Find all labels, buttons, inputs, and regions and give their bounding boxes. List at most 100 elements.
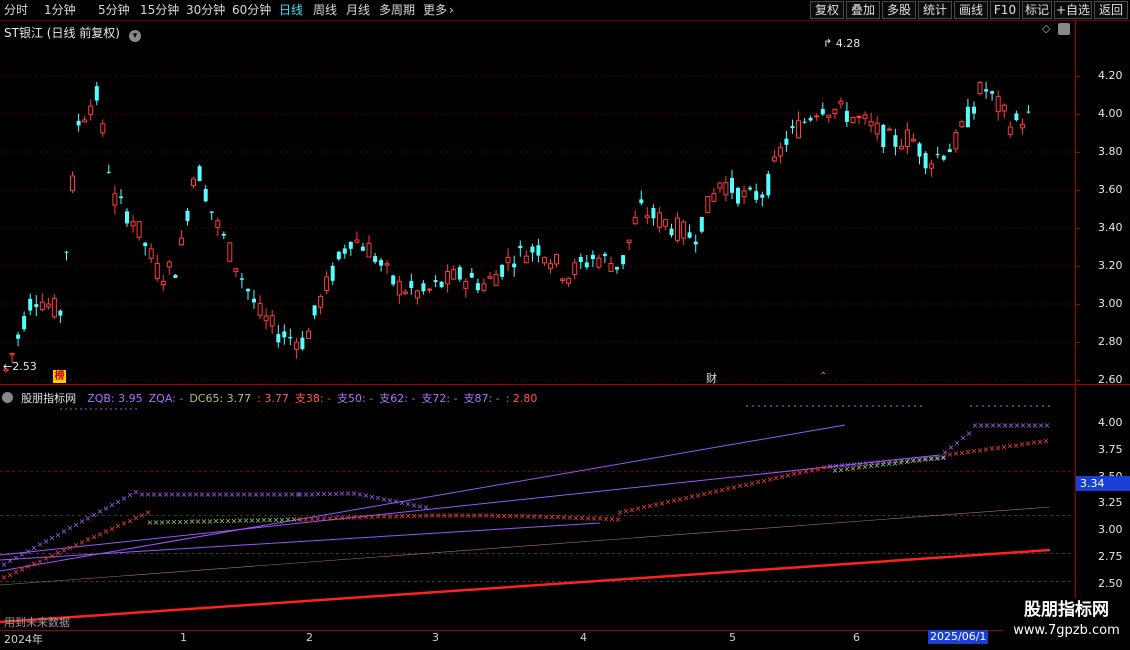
support-line-red bbox=[0, 548, 1051, 624]
candle-body bbox=[166, 261, 172, 268]
candle-body bbox=[136, 221, 142, 238]
price-tick-mark-4 bbox=[1076, 228, 1080, 229]
candle-body bbox=[947, 149, 952, 153]
candle-body bbox=[76, 120, 81, 126]
candle-body bbox=[693, 241, 698, 245]
candle-body bbox=[94, 86, 99, 101]
x-label-jan: 1 bbox=[180, 631, 187, 644]
candle-body bbox=[1001, 104, 1007, 112]
high-price-marker: ↱ 4.28 bbox=[823, 37, 860, 50]
high-price-value: 4.28 bbox=[835, 37, 861, 50]
candlestick-chart bbox=[3, 80, 1031, 373]
candle-body bbox=[451, 269, 457, 280]
dc-marker: × bbox=[145, 508, 152, 517]
candle-body bbox=[70, 175, 75, 192]
candle-body bbox=[427, 288, 432, 291]
watermark-url: www.7gpzb.com bbox=[1013, 623, 1120, 638]
candle-body bbox=[318, 295, 324, 308]
candle-body bbox=[917, 143, 922, 157]
candle-body bbox=[148, 248, 154, 259]
candle-body bbox=[893, 135, 898, 147]
candle-body bbox=[730, 178, 734, 193]
candle-body bbox=[802, 121, 807, 123]
candle-body bbox=[621, 255, 626, 265]
candle-body bbox=[221, 233, 226, 236]
candle-body bbox=[935, 154, 940, 156]
candle-body bbox=[518, 245, 523, 249]
candle-body bbox=[336, 251, 341, 260]
candle-body bbox=[191, 178, 196, 187]
candle-body bbox=[203, 189, 208, 202]
price-tick-mark-6 bbox=[1076, 304, 1080, 305]
x-label-mar: 3 bbox=[432, 631, 439, 644]
candle-body bbox=[39, 301, 45, 311]
x-label-apr: 4 bbox=[580, 631, 587, 644]
candle-body bbox=[584, 262, 589, 268]
candle-body bbox=[160, 281, 166, 286]
candle-body bbox=[185, 210, 190, 221]
candle-body bbox=[898, 145, 904, 150]
double-caret-icon[interactable]: ⌃ bbox=[819, 371, 827, 382]
candle-body bbox=[263, 315, 269, 322]
candle-body bbox=[862, 114, 868, 119]
candle-body bbox=[45, 303, 51, 308]
price-tick-2: 3.80 bbox=[1098, 145, 1123, 158]
candle-body bbox=[990, 91, 995, 94]
indicator-tick-1: 3.75 bbox=[1098, 442, 1123, 456]
candle-body bbox=[293, 341, 299, 350]
indicator-chart: × × × × × × × × × × × × × × × × × × × × × × × × × × × × × × × × × × × × × × × ×… bbox=[0, 405, 1052, 624]
candle-body bbox=[881, 124, 886, 148]
finance-badge[interactable]: 财 bbox=[706, 370, 717, 386]
candle-body bbox=[154, 262, 160, 280]
candle-body bbox=[626, 239, 632, 244]
candle-body bbox=[22, 316, 27, 330]
candle-body bbox=[1019, 123, 1025, 129]
candle-body bbox=[760, 194, 765, 198]
candle-body bbox=[16, 334, 21, 339]
candle-body bbox=[342, 248, 347, 254]
candle-body bbox=[656, 212, 662, 228]
candle-body bbox=[396, 280, 402, 296]
candle-body bbox=[106, 171, 111, 173]
candle-body bbox=[112, 193, 118, 206]
cursor-date-label: 2025/06/1 bbox=[928, 630, 989, 644]
ranking-badge[interactable]: 榜 bbox=[53, 370, 66, 383]
price-tick-mark-1 bbox=[1076, 114, 1080, 115]
candle-body bbox=[481, 283, 487, 291]
candle-body bbox=[324, 276, 330, 292]
candle-body bbox=[766, 173, 771, 196]
candle-body bbox=[754, 191, 759, 200]
candle-body bbox=[639, 199, 644, 204]
candle-body bbox=[953, 132, 959, 150]
candle-body bbox=[669, 228, 674, 236]
candle-body bbox=[269, 315, 275, 327]
candle-body bbox=[777, 147, 783, 157]
candle-body bbox=[288, 337, 293, 339]
zqb-marker: × bbox=[1044, 421, 1051, 430]
candle-body bbox=[215, 220, 221, 228]
candle-body bbox=[9, 352, 15, 356]
candle-body bbox=[439, 281, 444, 287]
candle-body bbox=[972, 106, 976, 114]
price-tick-5: 3.20 bbox=[1098, 259, 1123, 272]
candle-body bbox=[596, 257, 602, 268]
candle-body bbox=[487, 276, 493, 279]
candle-body bbox=[644, 215, 650, 219]
indicator-axis: 4.003.753.503.253.002.752.50 bbox=[1076, 385, 1130, 630]
price-tick-4: 3.40 bbox=[1098, 221, 1123, 234]
candle-body bbox=[541, 257, 547, 264]
candle-body bbox=[384, 263, 390, 266]
candle-body bbox=[51, 297, 57, 318]
candle-body bbox=[1026, 111, 1031, 113]
candle-body bbox=[965, 106, 970, 128]
candle-body bbox=[808, 117, 813, 121]
candle-body bbox=[82, 119, 88, 123]
candle-body bbox=[560, 278, 566, 281]
candle-body bbox=[784, 138, 789, 145]
price-axis: 4.20 4.00 3.80 3.60 3.40 3.20 3.00 2.80 2.60 bbox=[1076, 20, 1130, 386]
price-tick-7: 2.80 bbox=[1098, 335, 1123, 348]
candle-body bbox=[615, 266, 619, 270]
candle-body bbox=[995, 96, 1001, 113]
candle-body bbox=[736, 187, 740, 204]
candle-body bbox=[227, 242, 233, 262]
